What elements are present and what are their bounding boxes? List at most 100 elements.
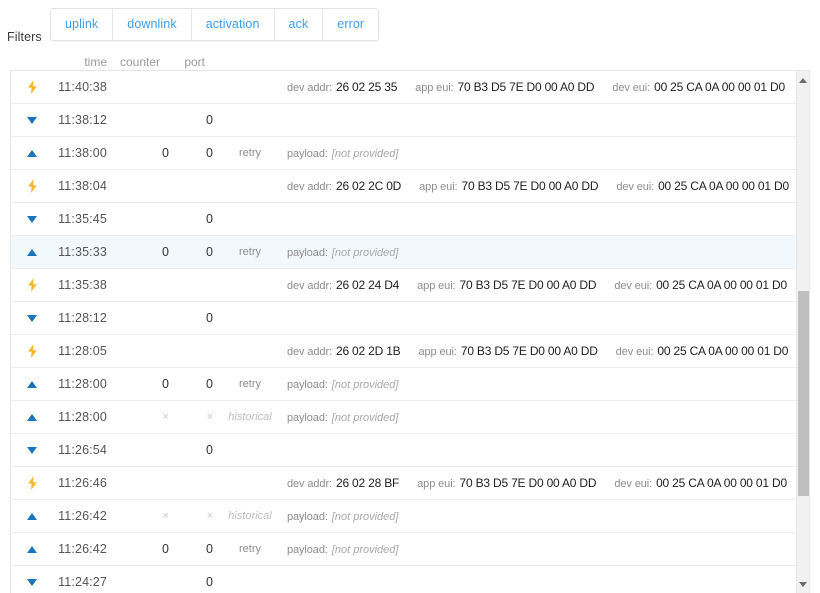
- dev-eui-label: dev eui:: [616, 181, 655, 193]
- scroll-up-arrow-icon[interactable]: [797, 73, 809, 87]
- dev-addr-label-group: dev addr: 26 02 25 35: [287, 80, 397, 94]
- app-eui-value: 70 B3 D5 7E D0 00 A0 DD: [460, 344, 598, 358]
- dev-eui-label-group: dev eui: 00 25 CA 0A 00 00 01 D0: [616, 344, 789, 358]
- row-counter: [111, 71, 169, 103]
- payload-label-group: payload: [not provided]: [287, 509, 398, 523]
- table-row[interactable]: 11:28:00 0 0 retry payload: [not provided]: [11, 368, 798, 401]
- row-time: 11:35:38: [58, 278, 107, 292]
- table-row[interactable]: 11:35:33 0 0 retry payload: [not provided]: [11, 236, 798, 269]
- table-row[interactable]: 11:28:00 × × historical payload: [not provide…: [11, 401, 798, 434]
- payload-value: [not provided]: [331, 412, 399, 424]
- table-row[interactable]: 11:28:05 dev addr: 26 02 2D 1B app eui: 70 B…: [11, 335, 798, 368]
- app-eui-label: app eui:: [417, 478, 456, 490]
- column-headers: time counter port: [0, 55, 820, 70]
- row-detail: [287, 203, 798, 235]
- row-port: [173, 170, 213, 202]
- row-counter: [111, 203, 169, 235]
- filter-button-activation[interactable]: activation: [191, 9, 275, 40]
- row-port: 0: [206, 113, 213, 127]
- table-scrollbar[interactable]: [796, 71, 809, 593]
- row-port: 0: [206, 443, 213, 457]
- row-detail: dev addr: 26 02 25 35 app eui: 70 B3 D5 7E …: [287, 71, 798, 103]
- table-row[interactable]: 11:35:45 0: [11, 203, 798, 236]
- row-detail: payload: [not provided]: [287, 401, 798, 433]
- row-detail: payload: [not provided]: [287, 368, 798, 400]
- app-eui-value: 70 B3 D5 7E D0 00 A0 DD: [459, 476, 597, 490]
- scroll-down-arrow-icon[interactable]: [797, 577, 809, 591]
- dev-addr-label-group: dev addr: 26 02 2C 0D: [287, 179, 401, 193]
- payload-value: [not provided]: [331, 544, 399, 556]
- row-tag-historical: historical: [228, 411, 272, 423]
- dev-eui-label-group: dev eui: 00 25 CA 0A 00 00 01 D0: [612, 80, 785, 94]
- table-row[interactable]: 11:24:27 0: [11, 566, 798, 593]
- table-row[interactable]: 11:26:46 dev addr: 26 02 28 BF app eui: 70 B…: [11, 467, 798, 500]
- row-port: 0: [206, 212, 213, 226]
- dev-eui-label: dev eui:: [614, 478, 653, 490]
- payload-label: payload:: [287, 544, 328, 556]
- row-detail: payload: [not provided]: [287, 137, 798, 169]
- row-port: 0: [206, 311, 213, 325]
- row-counter: ×: [162, 411, 169, 423]
- payload-value: [not provided]: [331, 511, 399, 523]
- row-detail: [287, 104, 798, 136]
- event-rows: 11:40:38 dev addr: 26 02 25 35 app eui: 70 B…: [11, 71, 798, 593]
- table-row[interactable]: 11:26:54 0: [11, 434, 798, 467]
- row-time: 11:40:38: [58, 80, 107, 94]
- table-row[interactable]: 11:26:42 0 0 retry payload: [not provided]: [11, 533, 798, 566]
- row-counter: [111, 104, 169, 136]
- app-eui-value: 70 B3 D5 7E D0 00 A0 DD: [457, 80, 595, 94]
- payload-label: payload:: [287, 412, 328, 424]
- scrollbar-thumb[interactable]: [798, 291, 809, 496]
- row-time: 11:28:00: [58, 410, 107, 424]
- filter-button-ack[interactable]: ack: [274, 9, 324, 40]
- filters-label: Filters: [7, 30, 42, 44]
- payload-label-group: payload: [not provided]: [287, 146, 398, 160]
- row-counter: [111, 335, 169, 367]
- dev-eui-label: dev eui:: [614, 280, 653, 292]
- dev-eui-label-group: dev eui: 00 25 CA 0A 00 00 01 D0: [616, 179, 789, 193]
- row-time: 11:38:12: [58, 113, 107, 127]
- table-row[interactable]: 11:28:12 0: [11, 302, 798, 335]
- payload-label: payload:: [287, 511, 328, 523]
- table-row[interactable]: 11:38:12 0: [11, 104, 798, 137]
- row-detail: dev addr: 26 02 2C 0D app eui: 70 B3 D5 7E …: [287, 170, 798, 202]
- row-time: 11:26:46: [58, 476, 107, 490]
- app-eui-value: 70 B3 D5 7E D0 00 A0 DD: [461, 179, 599, 193]
- row-time: 11:26:42: [58, 509, 107, 523]
- row-counter: [111, 566, 169, 593]
- row-counter: [111, 170, 169, 202]
- app-eui-label-group: app eui: 70 B3 D5 7E D0 00 A0 DD: [419, 179, 598, 193]
- row-port: ×: [206, 510, 213, 522]
- row-detail: dev addr: 26 02 28 BF app eui: 70 B3 D5 7E …: [287, 467, 798, 499]
- row-counter: 0: [162, 245, 169, 259]
- row-detail: payload: [not provided]: [287, 236, 798, 268]
- dev-addr-value: 26 02 28 BF: [335, 476, 400, 490]
- row-tag-retry: retry: [239, 246, 261, 258]
- table-row[interactable]: 11:26:42 × × historical payload: [not provide…: [11, 500, 798, 533]
- row-counter: [111, 269, 169, 301]
- row-port: ×: [206, 411, 213, 423]
- column-header-port: port: [184, 55, 205, 69]
- app-eui-label-group: app eui: 70 B3 D5 7E D0 00 A0 DD: [417, 278, 596, 292]
- dev-addr-label-group: dev addr: 26 02 28 BF: [287, 476, 399, 490]
- table-row[interactable]: 11:40:38 dev addr: 26 02 25 35 app eui: 70 B…: [11, 71, 798, 104]
- row-port: 0: [206, 245, 213, 259]
- table-row[interactable]: 11:38:00 0 0 retry payload: [not provided]: [11, 137, 798, 170]
- payload-label-group: payload: [not provided]: [287, 377, 398, 391]
- row-time: 11:24:27: [58, 575, 107, 589]
- table-row[interactable]: 11:35:38 dev addr: 26 02 24 D4 app eui: 70 B…: [11, 269, 798, 302]
- app-eui-value: 70 B3 D5 7E D0 00 A0 DD: [459, 278, 597, 292]
- app-eui-label-group: app eui: 70 B3 D5 7E D0 00 A0 DD: [415, 80, 594, 94]
- filters-bar: Filters uplink downlink activation ack error: [0, 0, 820, 50]
- filter-button-downlink[interactable]: downlink: [113, 9, 192, 40]
- row-tag-retry: retry: [239, 378, 261, 390]
- filter-button-error[interactable]: error: [323, 9, 379, 40]
- dev-eui-value: 00 25 CA 0A 00 00 01 D0: [658, 179, 789, 193]
- row-time: 11:35:33: [58, 245, 107, 259]
- filter-button-uplink[interactable]: uplink: [51, 9, 114, 40]
- dev-eui-value: 00 25 CA 0A 00 00 01 D0: [654, 80, 785, 94]
- table-row[interactable]: 11:38:04 dev addr: 26 02 2C 0D app eui: 70 B…: [11, 170, 798, 203]
- column-header-counter: counter: [119, 55, 160, 69]
- row-time: 11:26:42: [58, 542, 107, 556]
- column-header-time: time: [84, 55, 107, 69]
